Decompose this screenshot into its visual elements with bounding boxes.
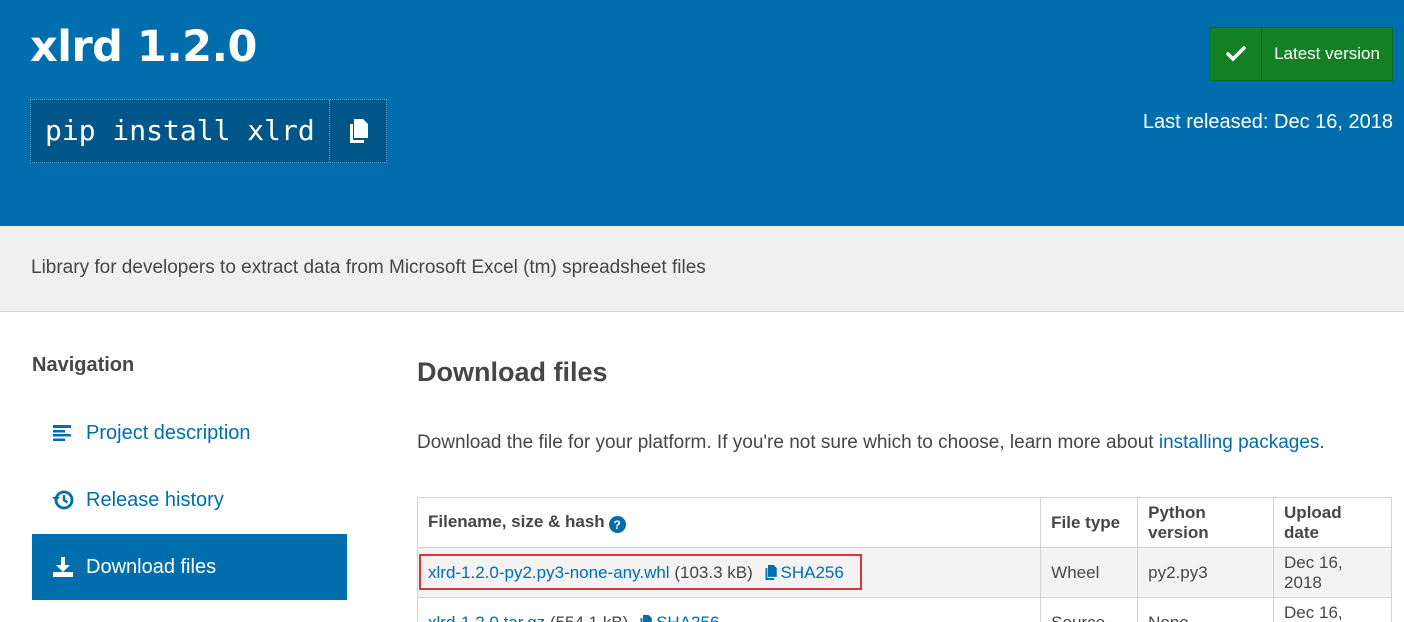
navigation-heading: Navigation [32, 354, 135, 376]
align-left-icon [52, 422, 74, 444]
nav-item-release-history[interactable]: Release history [32, 467, 347, 533]
table-header-row: Filename, size & hash? File type Python … [416, 497, 1392, 548]
header-python-version: Python version [1137, 497, 1275, 548]
last-released: Last released: Dec 16, 2018 [1142, 111, 1393, 133]
header-filename: Filename, size & hash? [416, 497, 1042, 548]
description-suffix: . [1319, 432, 1325, 453]
installing-packages-link[interactable]: installing packages [1159, 432, 1320, 453]
file-link[interactable]: xlrd-1.2.0.tar.gz [428, 613, 545, 622]
package-header: xlrd 1.2.0 pip install xlrd Latest versi… [0, 0, 1404, 226]
sha256-label: SHA256 [656, 612, 720, 622]
nav-item-label: Release history [86, 488, 224, 511]
checkmark-icon [1210, 28, 1262, 80]
file-type-cell: Wheel [1040, 547, 1139, 598]
upload-date-cell: Dec 16, 2018 [1273, 597, 1392, 622]
file-size: (103.3 kB) [674, 562, 753, 582]
python-version-cell: None [1137, 597, 1275, 622]
file-size: (554.1 kB) [549, 612, 629, 622]
package-title: xlrd 1.2.0 [30, 22, 257, 72]
pip-command[interactable]: pip install xlrd [31, 100, 330, 162]
nav-item-label: Project description [86, 421, 251, 444]
package-summary: Library for developers to extract data f… [0, 226, 1404, 312]
sha256-button[interactable]: SHA256 [764, 563, 844, 582]
file-type-cell: Source [1040, 597, 1139, 622]
nav-item-download-files[interactable]: Download files [32, 534, 347, 600]
summary-text: Library for developers to extract data f… [31, 257, 706, 278]
copy-icon [349, 119, 368, 143]
file-cell: xlrd-1.2.0.tar.gz (554.1 kB) SHA256 [416, 597, 1042, 622]
download-files-table: Filename, size & hash? File type Python … [416, 497, 1392, 622]
copy-icon [765, 564, 777, 580]
python-version-cell: py2.py3 [1137, 547, 1275, 598]
help-icon[interactable]: ? [608, 516, 626, 534]
header-upload-date: Upload date [1273, 497, 1392, 548]
sha256-label: SHA256 [780, 562, 844, 582]
section-title: Download files [417, 357, 608, 387]
latest-version-label: Latest version [1274, 44, 1380, 63]
latest-version-button[interactable]: Latest version [1209, 27, 1393, 81]
download-description: Download the file for your platform. If … [417, 432, 1325, 454]
description-prefix: Download the file for your platform. If … [417, 432, 1159, 453]
table-row: xlrd-1.2.0-py2.py3-none-any.whl (103.3 k… [416, 547, 1392, 598]
file-cell: xlrd-1.2.0-py2.py3-none-any.whl (103.3 k… [416, 547, 1042, 598]
copy-button[interactable] [330, 100, 386, 162]
nav-item-label: Download files [86, 555, 217, 578]
download-icon [52, 556, 74, 578]
table-row: xlrd-1.2.0.tar.gz (554.1 kB) SHA256 Sour… [416, 597, 1392, 622]
upload-date-cell: Dec 16, 2018 [1273, 547, 1392, 598]
file-link[interactable]: xlrd-1.2.0-py2.py3-none-any.whl [428, 563, 670, 582]
history-icon [52, 489, 74, 511]
header-file-type: File type [1040, 497, 1139, 548]
copy-icon [640, 614, 652, 622]
pip-install-box: pip install xlrd [30, 99, 387, 163]
sha256-button[interactable]: SHA256 [639, 613, 719, 622]
nav-item-project-description[interactable]: Project description [32, 400, 347, 466]
